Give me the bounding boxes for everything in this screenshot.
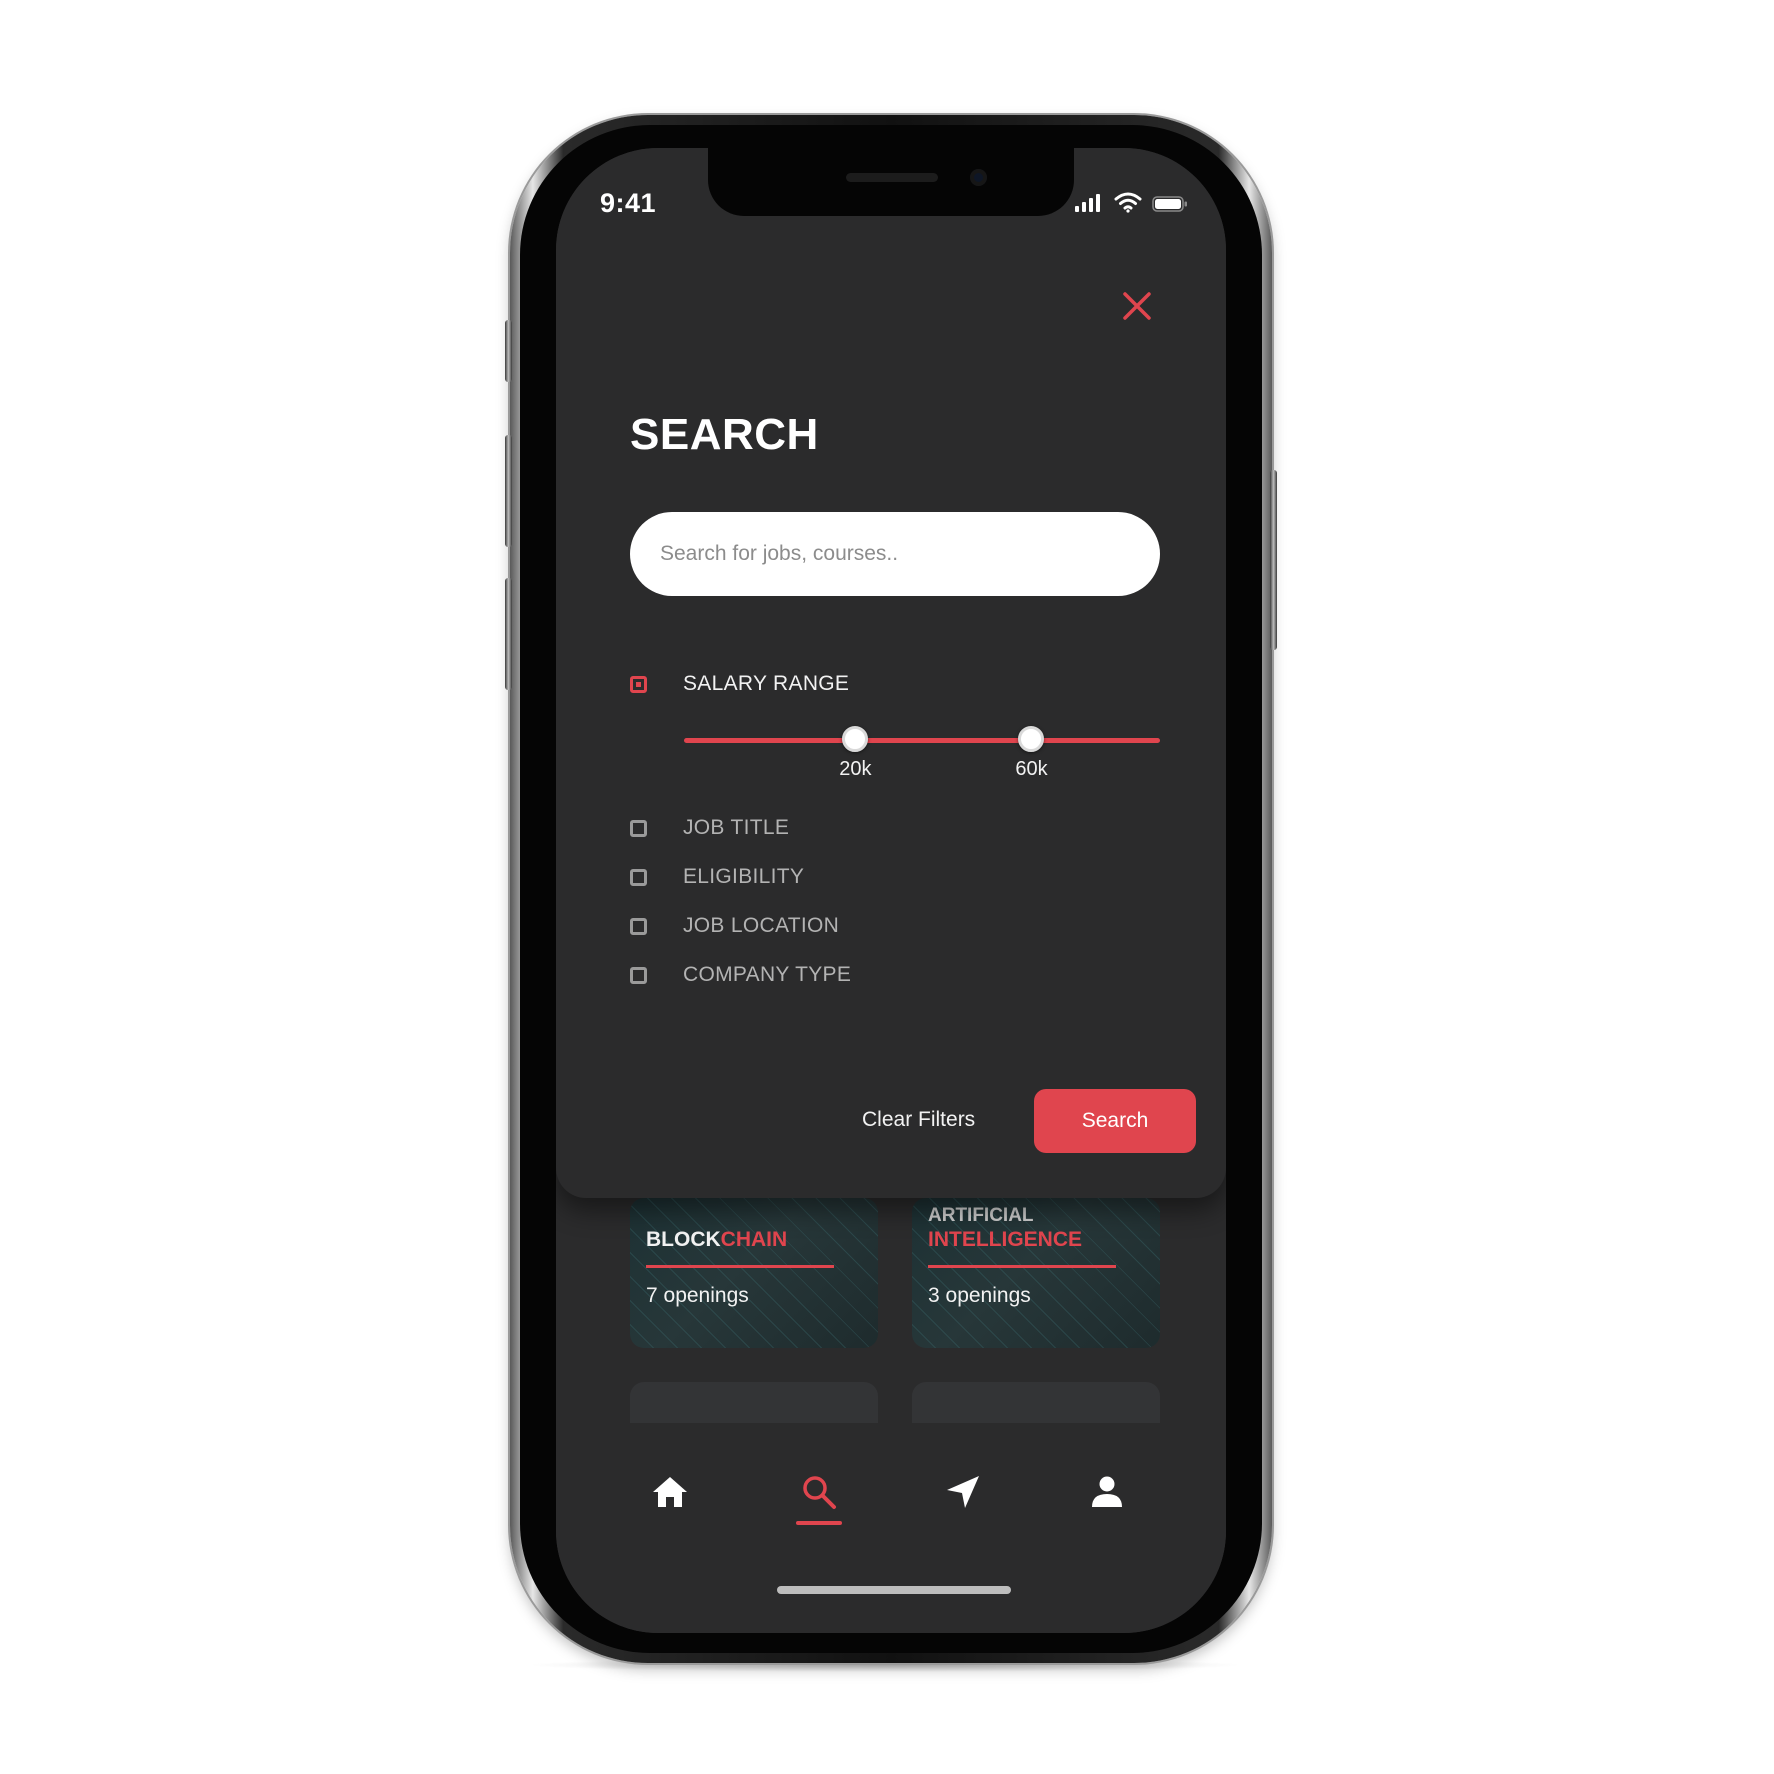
salary-min-handle[interactable] [842, 726, 869, 752]
card-openings: 3 openings [928, 1284, 1031, 1307]
page-title: SEARCH [630, 410, 819, 459]
salary-min-value: 20k [839, 758, 872, 780]
job-title-checkbox[interactable] [630, 819, 647, 837]
filter-label: SALARY RANGE [683, 672, 850, 695]
profile-icon [1092, 1476, 1122, 1507]
company-type-checkbox[interactable] [630, 966, 647, 984]
card-pattern [630, 1198, 878, 1348]
filter-label: JOB TITLE [683, 816, 790, 839]
salary-range-checkbox[interactable] [630, 675, 647, 693]
salary-max-value: 60k [1015, 758, 1048, 780]
status-time: 9:41 [600, 188, 657, 218]
card-underline [928, 1265, 1116, 1268]
card-underline [646, 1265, 834, 1268]
home-indicator[interactable] [777, 1586, 1011, 1594]
salary-max-handle[interactable] [1018, 726, 1045, 752]
search-icon [803, 1476, 836, 1509]
volume-up-button [505, 435, 512, 547]
wifi-icon [1114, 192, 1142, 213]
category-card-ai[interactable]: ARTIFICIAL INTELLIGENCE 3 openings [912, 1198, 1160, 1348]
power-button [1270, 470, 1277, 650]
volume-down-button [505, 578, 512, 690]
active-tab-indicator [796, 1521, 842, 1525]
status-icons [1074, 192, 1188, 213]
eligibility-checkbox[interactable] [630, 868, 647, 886]
front-camera [970, 169, 987, 186]
salary-range-track[interactable] [684, 738, 1160, 743]
filter-label: JOB LOCATION [683, 914, 840, 937]
filter-company-type[interactable]: COMPANY TYPE [630, 963, 851, 987]
card-title: ARTIFICIAL INTELLIGENCE [928, 1205, 1083, 1251]
filter-label: ELIGIBILITY [683, 865, 805, 888]
speaker [846, 173, 938, 182]
nav-search[interactable] [795, 1468, 843, 1516]
nav-explore[interactable] [939, 1468, 987, 1516]
card-title: BLOCKCHAIN [646, 1228, 788, 1251]
filter-job-location[interactable]: JOB LOCATION [630, 914, 839, 938]
search-modal: SEARCH SALARY RANGE 20k 60k JOB TITLE EL… [556, 148, 1226, 1198]
search-input[interactable] [630, 512, 1160, 596]
battery-icon [1152, 196, 1187, 212]
filter-job-title[interactable]: JOB TITLE [630, 816, 789, 840]
nav-profile[interactable] [1083, 1468, 1131, 1516]
close-icon[interactable] [1119, 288, 1155, 324]
filter-eligibility[interactable]: ELIGIBILITY [630, 865, 804, 889]
navigation-arrow-icon [947, 1476, 979, 1508]
job-location-checkbox[interactable] [630, 917, 647, 935]
mute-switch [505, 320, 512, 382]
nav-home[interactable] [646, 1468, 694, 1516]
bottom-navigation [556, 1423, 1226, 1633]
search-button[interactable]: Search [1034, 1089, 1196, 1153]
category-card-blockchain[interactable]: BLOCKCHAIN 7 openings [630, 1198, 878, 1348]
notch [708, 148, 1074, 216]
signal-icon [1075, 194, 1100, 212]
filter-label: COMPANY TYPE [683, 963, 852, 986]
filter-salary-range[interactable]: SALARY RANGE [630, 672, 849, 696]
clear-filters-button[interactable]: Clear Filters [862, 1108, 975, 1132]
card-openings: 7 openings [646, 1284, 749, 1307]
home-icon [653, 1477, 687, 1507]
phone-screen: BLOCKCHAIN 7 openings ARTIFICIAL INTELLI… [556, 148, 1226, 1633]
